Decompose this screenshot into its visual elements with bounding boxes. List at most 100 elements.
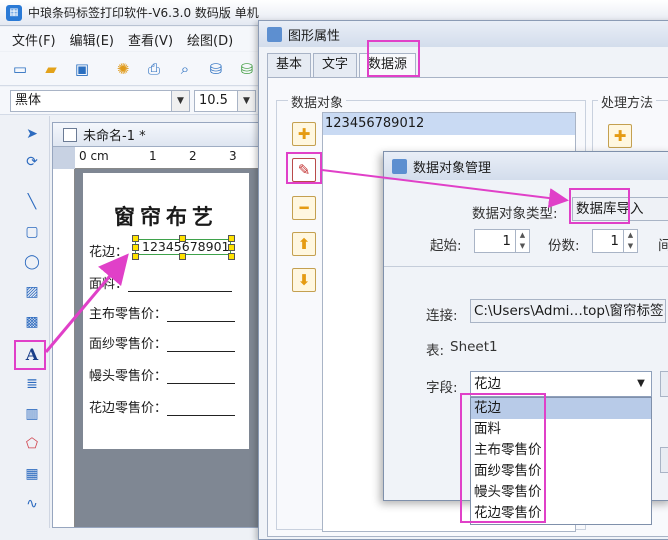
- count-spinner[interactable]: 1 ▲ ▼: [592, 229, 638, 253]
- connection-field[interactable]: C:\Users\Admi…top\窗帘标签.xl: [470, 299, 666, 323]
- label-paper[interactable]: 窗帘布艺 花边： 123456789012 面料： 主布零售价： 面纱零售价： …: [83, 173, 249, 449]
- resize-handle[interactable]: [228, 235, 235, 242]
- label-field-row[interactable]: 面料：: [89, 273, 233, 292]
- chevron-down-icon[interactable]: ▼: [171, 91, 189, 111]
- dropdown-option[interactable]: 花边零售价: [471, 503, 651, 524]
- font-size-select[interactable]: 10.5 ▼: [194, 90, 256, 112]
- table-value: Sheet1: [450, 339, 498, 355]
- design-canvas[interactable]: 窗帘布艺 花边： 123456789012 面料： 主布零售价： 面纱零售价： …: [75, 169, 261, 527]
- field-select[interactable]: 花边 ▼: [470, 371, 652, 397]
- image-tool-icon[interactable]: ▨: [20, 280, 44, 304]
- field-label: 字段:: [426, 380, 458, 396]
- spinner-arrows-icon[interactable]: ▲ ▼: [515, 230, 529, 252]
- label-field-row[interactable]: 面纱零售价：: [89, 333, 236, 352]
- resize-handle[interactable]: [132, 244, 139, 251]
- delete-minus-icon[interactable]: ━: [292, 196, 316, 220]
- data-objects-label: 数据对象: [288, 92, 347, 111]
- dropdown-option[interactable]: 面料: [471, 419, 651, 440]
- open-folder-icon[interactable]: ▰: [39, 57, 63, 81]
- field-select-value: 花边: [474, 376, 501, 392]
- picture-tool-icon[interactable]: ▩: [20, 310, 44, 334]
- app-logo-icon: ▦: [6, 4, 22, 21]
- chevron-down-icon[interactable]: ▼: [237, 91, 255, 111]
- label-field-text: 面料：: [89, 277, 129, 292]
- document-tab[interactable]: 未命名-1 *: [53, 123, 261, 147]
- resize-handle[interactable]: [132, 235, 139, 242]
- resize-handle[interactable]: [179, 253, 186, 260]
- dialog-icon: [267, 26, 282, 42]
- vertical-ruler: [53, 169, 75, 527]
- document-tab-label: 未命名-1 *: [83, 129, 146, 144]
- font-family-select[interactable]: 黑体 ▼: [10, 90, 190, 112]
- menu-edit[interactable]: 编辑(E): [70, 30, 114, 49]
- rotate-icon[interactable]: ⟳: [20, 150, 44, 174]
- dropdown-option[interactable]: 主布零售价: [471, 440, 651, 461]
- print-icon[interactable]: ⎙: [142, 57, 166, 81]
- database-icon[interactable]: ⛁: [204, 57, 228, 81]
- database-settings-icon[interactable]: ⛁: [235, 57, 259, 81]
- add-icon[interactable]: ✚: [292, 122, 316, 146]
- menu-draw[interactable]: 绘图(D): [187, 30, 233, 49]
- tab-text[interactable]: 文字: [313, 53, 358, 77]
- menu-file[interactable]: 文件(F): [12, 30, 56, 49]
- shape-tool-icon[interactable]: ⬠: [20, 432, 44, 456]
- ruler-mark: 1: [149, 149, 157, 163]
- dropdown-option[interactable]: 花边: [471, 398, 651, 419]
- dialog-title: 数据对象管理: [413, 160, 492, 176]
- chevron-down-icon[interactable]: ▼: [631, 372, 651, 396]
- move-down-arrow-icon[interactable]: ⬇: [292, 268, 316, 292]
- start-spinner[interactable]: 1 ▲ ▼: [474, 229, 530, 253]
- tab-data-source[interactable]: 数据源: [359, 53, 417, 77]
- label-title[interactable]: 窗帘布艺: [83, 201, 249, 231]
- list-item[interactable]: 123456789012: [323, 113, 575, 135]
- spinner-arrows-icon[interactable]: ▲ ▼: [623, 230, 637, 252]
- dialog-titlebar[interactable]: 图形属性: [259, 21, 668, 47]
- dropdown-option[interactable]: 幔头零售价: [471, 482, 651, 503]
- ruler-mark: 3: [229, 149, 237, 163]
- qrcode-tool-icon[interactable]: ▦: [20, 462, 44, 486]
- start-value: 1: [502, 233, 511, 249]
- table-label: 表:: [426, 343, 445, 359]
- process-method-label: 处理方法: [598, 92, 657, 111]
- left-toolbox: ➤ ⟳ ╲ ▢ ◯ ▨ ▩ A ≣ ▥ ⬠ ▦ ∿: [0, 116, 50, 528]
- print-preview-icon[interactable]: ⌕: [173, 57, 197, 81]
- resize-handle[interactable]: [228, 253, 235, 260]
- data-type-label: 数据对象类型:: [472, 206, 558, 222]
- side-button[interactable]: [660, 371, 668, 397]
- label-field-text: 花边零售价：: [89, 401, 168, 416]
- label-field-text: 主布零售价：: [89, 307, 168, 322]
- resize-handle[interactable]: [179, 235, 186, 242]
- underline: [167, 308, 236, 322]
- dialog-titlebar[interactable]: 数据对象管理: [384, 152, 668, 180]
- save-icon[interactable]: ▣: [70, 57, 94, 81]
- process-add-icon[interactable]: ✚: [608, 124, 632, 148]
- label-field-row[interactable]: 花边：: [89, 241, 128, 260]
- move-up-arrow-icon[interactable]: ⬆: [292, 232, 316, 256]
- dropdown-option[interactable]: 面纱零售价: [471, 461, 651, 482]
- resize-handle[interactable]: [132, 253, 139, 260]
- line-tool-icon[interactable]: ╲: [20, 190, 44, 214]
- rectangle-tool-icon[interactable]: ▢: [20, 220, 44, 244]
- label-field-row[interactable]: 幔头零售价：: [89, 365, 236, 384]
- menu-view[interactable]: 查看(V): [128, 30, 173, 49]
- barcode-tool-icon[interactable]: ▥: [20, 402, 44, 426]
- ellipse-tool-icon[interactable]: ◯: [20, 250, 44, 274]
- field-dropdown-list[interactable]: 花边 面料 主布零售价 面纱零售价 幔头零售价 花边零售价: [470, 397, 652, 525]
- resize-handle[interactable]: [228, 244, 235, 251]
- document-icon: [63, 127, 77, 142]
- label-field-row[interactable]: 主布零售价：: [89, 303, 236, 322]
- tab-basic[interactable]: 基本: [267, 53, 312, 77]
- select-arrow-icon[interactable]: ➤: [20, 122, 44, 146]
- label-field-row[interactable]: 花边零售价：: [89, 397, 236, 416]
- curve-tool-icon[interactable]: ∿: [20, 492, 44, 516]
- text-tool-icon[interactable]: A: [20, 342, 44, 366]
- edit-pencil-icon[interactable]: ✎: [292, 158, 316, 182]
- rich-text-tool-icon[interactable]: ≣: [20, 372, 44, 396]
- divider: [384, 266, 668, 267]
- new-icon[interactable]: ▭: [8, 57, 32, 81]
- font-size-value: 10.5: [199, 93, 228, 108]
- data-type-select[interactable]: 数据库导入: [572, 197, 668, 221]
- side-button[interactable]: [660, 447, 668, 473]
- settings-gear-icon[interactable]: ✺: [111, 57, 135, 81]
- underline: [167, 338, 236, 352]
